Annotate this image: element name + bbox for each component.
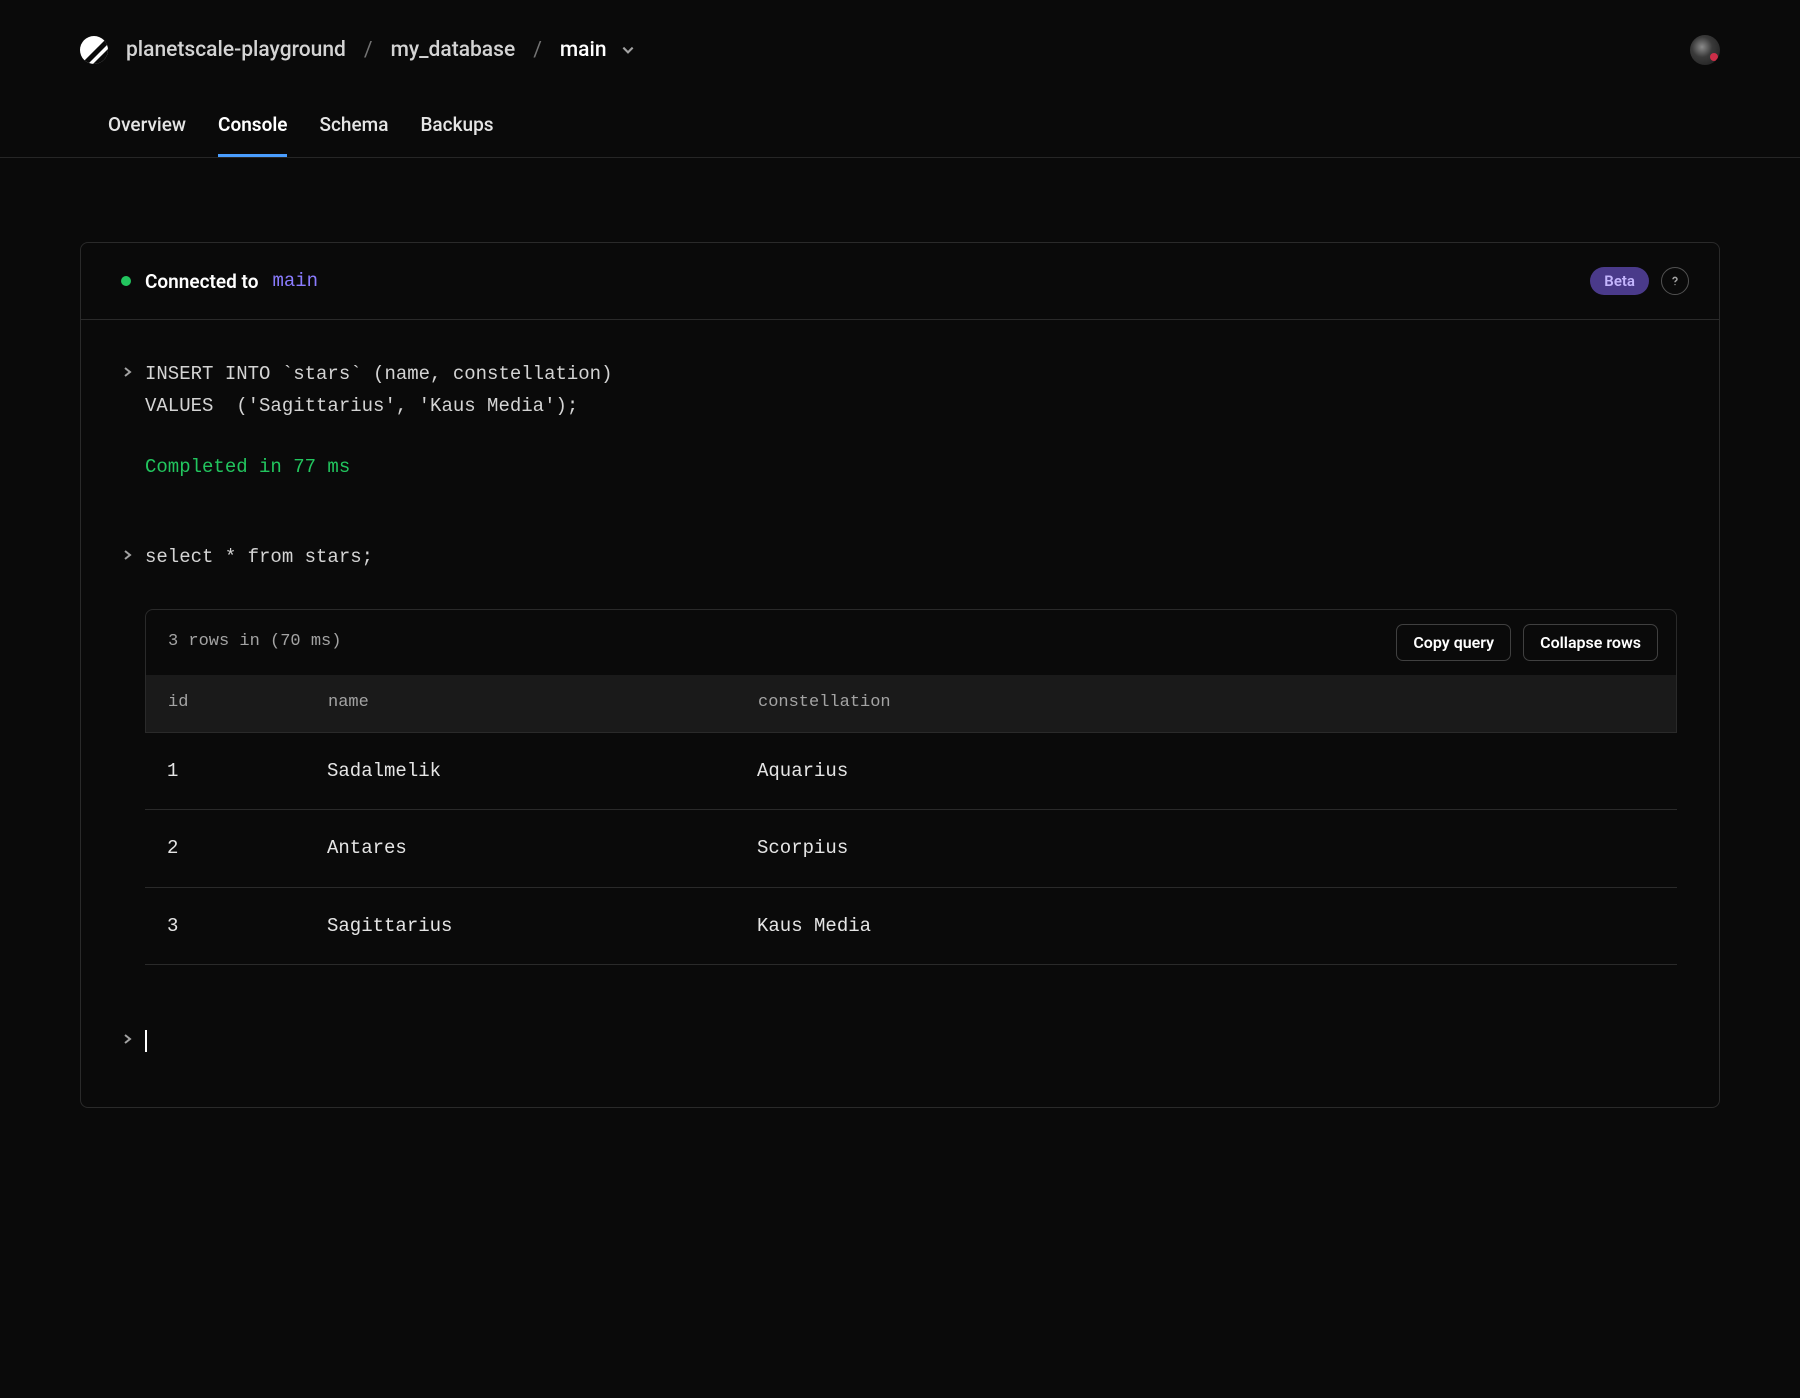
console-body: INSERT INTO `stars` (name, constellation…	[81, 320, 1719, 1107]
prompt-chevron-icon	[123, 1025, 133, 1057]
text-cursor	[145, 1030, 147, 1052]
breadcrumb-separator: /	[533, 38, 542, 62]
copy-query-button[interactable]: Copy query	[1396, 624, 1511, 661]
status-dot-icon	[121, 276, 131, 286]
console-panel: Connected to main Beta INSERT INTO `star…	[80, 242, 1720, 1108]
query-text: INSERT INTO `stars` (name, constellation…	[145, 358, 612, 423]
cell-name: Antares	[327, 832, 757, 864]
tab-overview[interactable]: Overview	[108, 113, 186, 157]
query-entry: select * from stars;	[123, 541, 1677, 573]
beta-badge: Beta	[1590, 267, 1649, 295]
result-meta: 3 rows in (70 ms)	[168, 628, 341, 657]
prompt-chevron-icon	[123, 358, 133, 423]
result-columns: id name constellation	[146, 675, 1676, 732]
cell-id: 3	[167, 910, 327, 942]
breadcrumb: planetscale-playground / my_database / m…	[80, 36, 635, 64]
breadcrumb-database[interactable]: my_database	[391, 38, 516, 62]
query-text: select * from stars;	[145, 541, 373, 573]
console-input-row[interactable]	[123, 1025, 1677, 1057]
cell-constellation: Aquarius	[757, 755, 1655, 787]
query-entry: INSERT INTO `stars` (name, constellation…	[123, 358, 1677, 423]
table-row: 2 Antares Scorpius	[145, 810, 1677, 887]
cell-id: 1	[167, 755, 327, 787]
breadcrumb-branch[interactable]: main	[560, 38, 607, 62]
cell-id: 2	[167, 832, 327, 864]
planetscale-logo-icon[interactable]	[80, 36, 108, 64]
connected-label: Connected to	[145, 270, 258, 293]
breadcrumb-separator: /	[364, 38, 373, 62]
cell-name: Sadalmelik	[327, 755, 757, 787]
column-header: constellation	[758, 689, 1654, 718]
question-icon	[1669, 275, 1681, 287]
cell-constellation: Scorpius	[757, 832, 1655, 864]
breadcrumb-org[interactable]: planetscale-playground	[126, 38, 346, 62]
table-row: 1 Sadalmelik Aquarius	[145, 733, 1677, 810]
cell-constellation: Kaus Media	[757, 910, 1655, 942]
chevron-down-icon[interactable]	[621, 43, 635, 57]
column-header: id	[168, 689, 328, 718]
console-header: Connected to main Beta	[81, 243, 1719, 320]
result-rows: 1 Sadalmelik Aquarius 2 Antares Scorpius…	[123, 733, 1677, 965]
tab-bar: Overview Console Schema Backups	[80, 113, 1720, 157]
prompt-chevron-icon	[123, 541, 133, 573]
tab-console[interactable]: Console	[218, 113, 287, 157]
collapse-rows-button[interactable]: Collapse rows	[1523, 624, 1658, 661]
tab-backups[interactable]: Backups	[420, 113, 493, 157]
query-status: Completed in 77 ms	[145, 451, 1677, 483]
cell-name: Sagittarius	[327, 910, 757, 942]
tab-schema[interactable]: Schema	[319, 113, 388, 157]
connected-branch[interactable]: main	[272, 270, 318, 292]
column-header: name	[328, 689, 758, 718]
help-button[interactable]	[1661, 267, 1689, 295]
page-header: planetscale-playground / my_database / m…	[0, 0, 1800, 158]
result-panel: 3 rows in (70 ms) Copy query Collapse ro…	[145, 609, 1677, 733]
table-row: 3 Sagittarius Kaus Media	[145, 888, 1677, 965]
user-avatar[interactable]	[1690, 35, 1720, 65]
